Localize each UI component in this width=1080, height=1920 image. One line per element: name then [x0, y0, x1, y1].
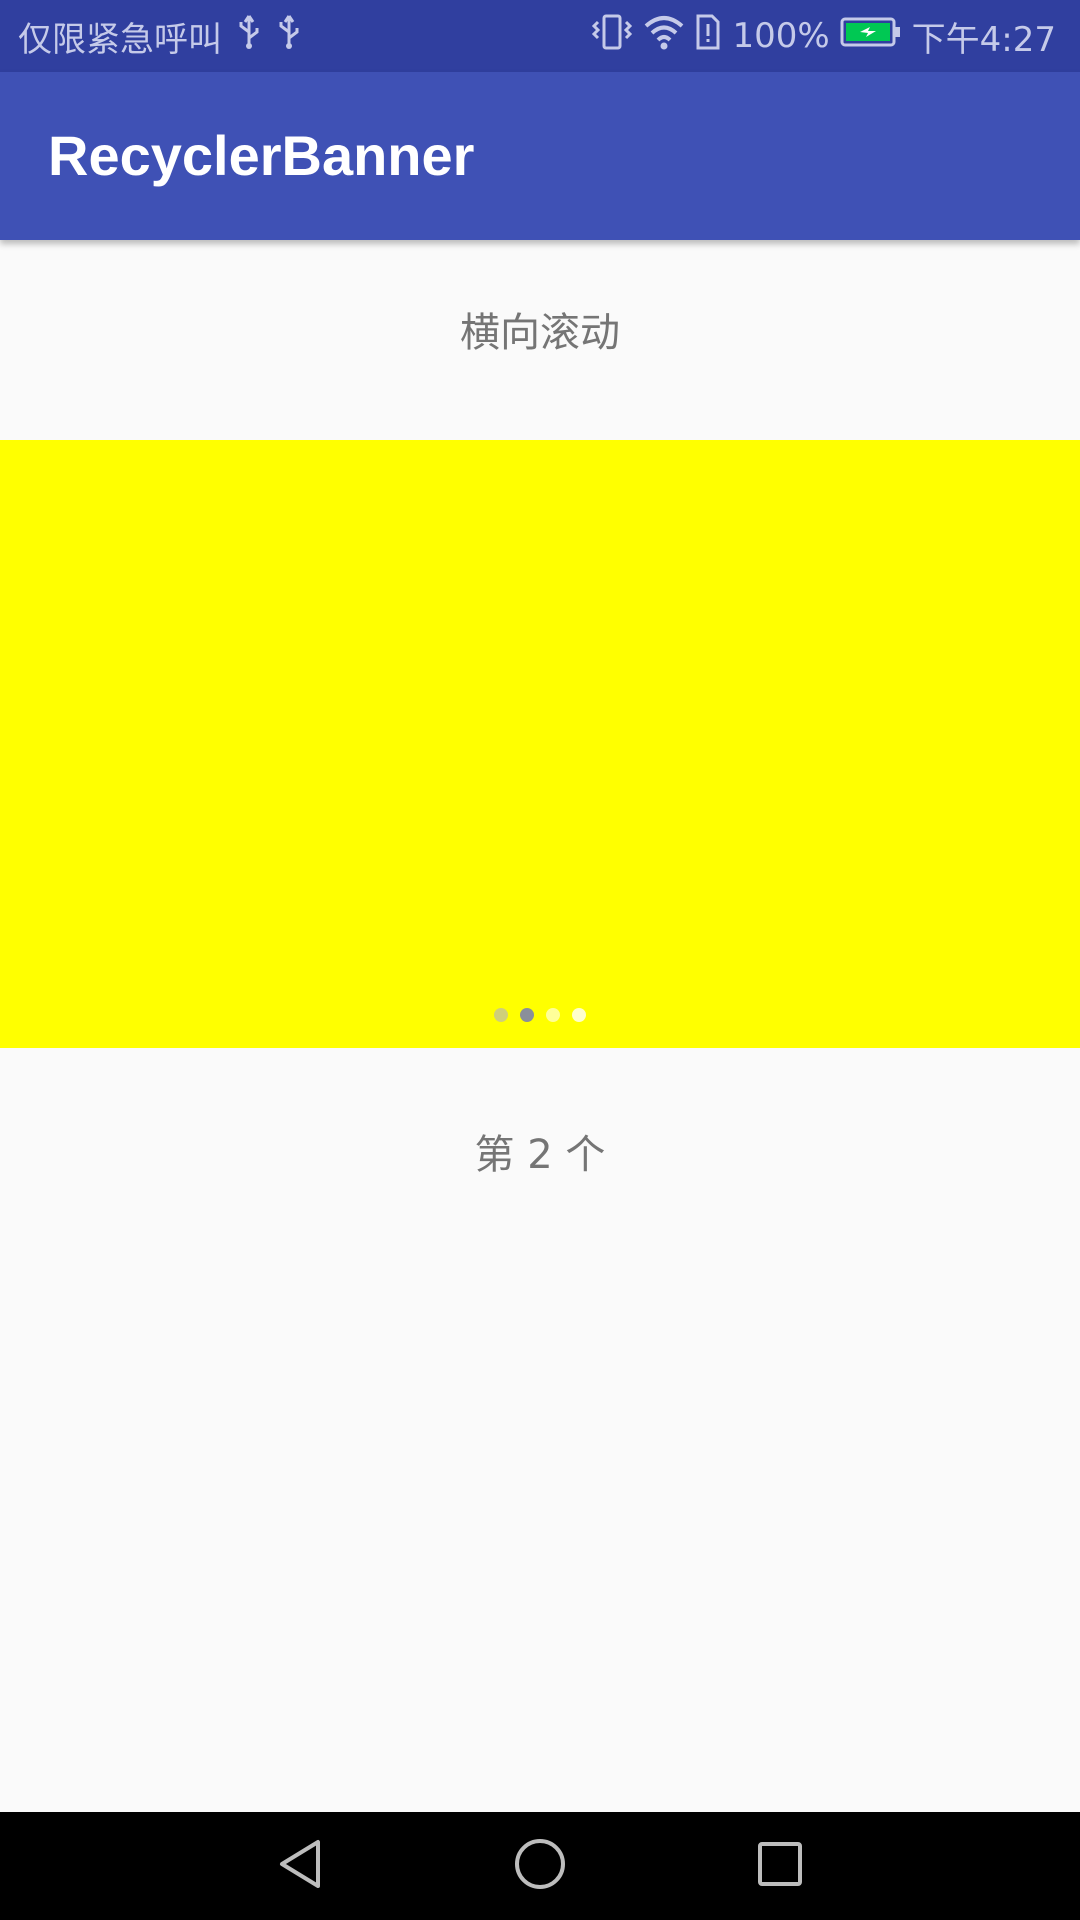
indicator-dot[interactable]: [546, 1008, 560, 1022]
status-left: 仅限紧急呼叫: [18, 0, 302, 72]
recents-icon: [754, 1838, 806, 1894]
status-bar: 仅限紧急呼叫 100% 下午4:27: [0, 0, 1080, 72]
app-toolbar: RecyclerBanner: [0, 72, 1080, 240]
indicator-dot[interactable]: [494, 1008, 508, 1022]
indicator-dot-active[interactable]: [520, 1008, 534, 1022]
recycler-banner[interactable]: [0, 440, 1080, 1048]
home-icon: [512, 1836, 568, 1896]
back-icon: [274, 1836, 326, 1896]
home-button[interactable]: [470, 1812, 610, 1920]
navigation-bar: [0, 1812, 1080, 1920]
status-right: 100% 下午4:27: [590, 0, 1056, 72]
sim-alert-icon: [694, 12, 722, 61]
section-title: 横向滚动: [460, 310, 620, 356]
page-indicators: [0, 1008, 1080, 1022]
vibrate-icon: [590, 12, 634, 61]
app-title: RecyclerBanner: [48, 124, 475, 187]
indicator-dot[interactable]: [572, 1008, 586, 1022]
current-item-label: 第 2 个: [474, 1132, 606, 1178]
battery-charging-icon: [840, 16, 902, 57]
wifi-icon: [644, 14, 684, 59]
usb-icon: [236, 14, 262, 59]
clock: 下午4:27: [911, 19, 1056, 60]
carrier-text: 仅限紧急呼叫: [18, 19, 222, 60]
battery-percent: 100%: [732, 16, 830, 56]
usb-icon: [276, 14, 302, 59]
recents-button[interactable]: [710, 1812, 850, 1920]
back-button[interactable]: [230, 1812, 370, 1920]
